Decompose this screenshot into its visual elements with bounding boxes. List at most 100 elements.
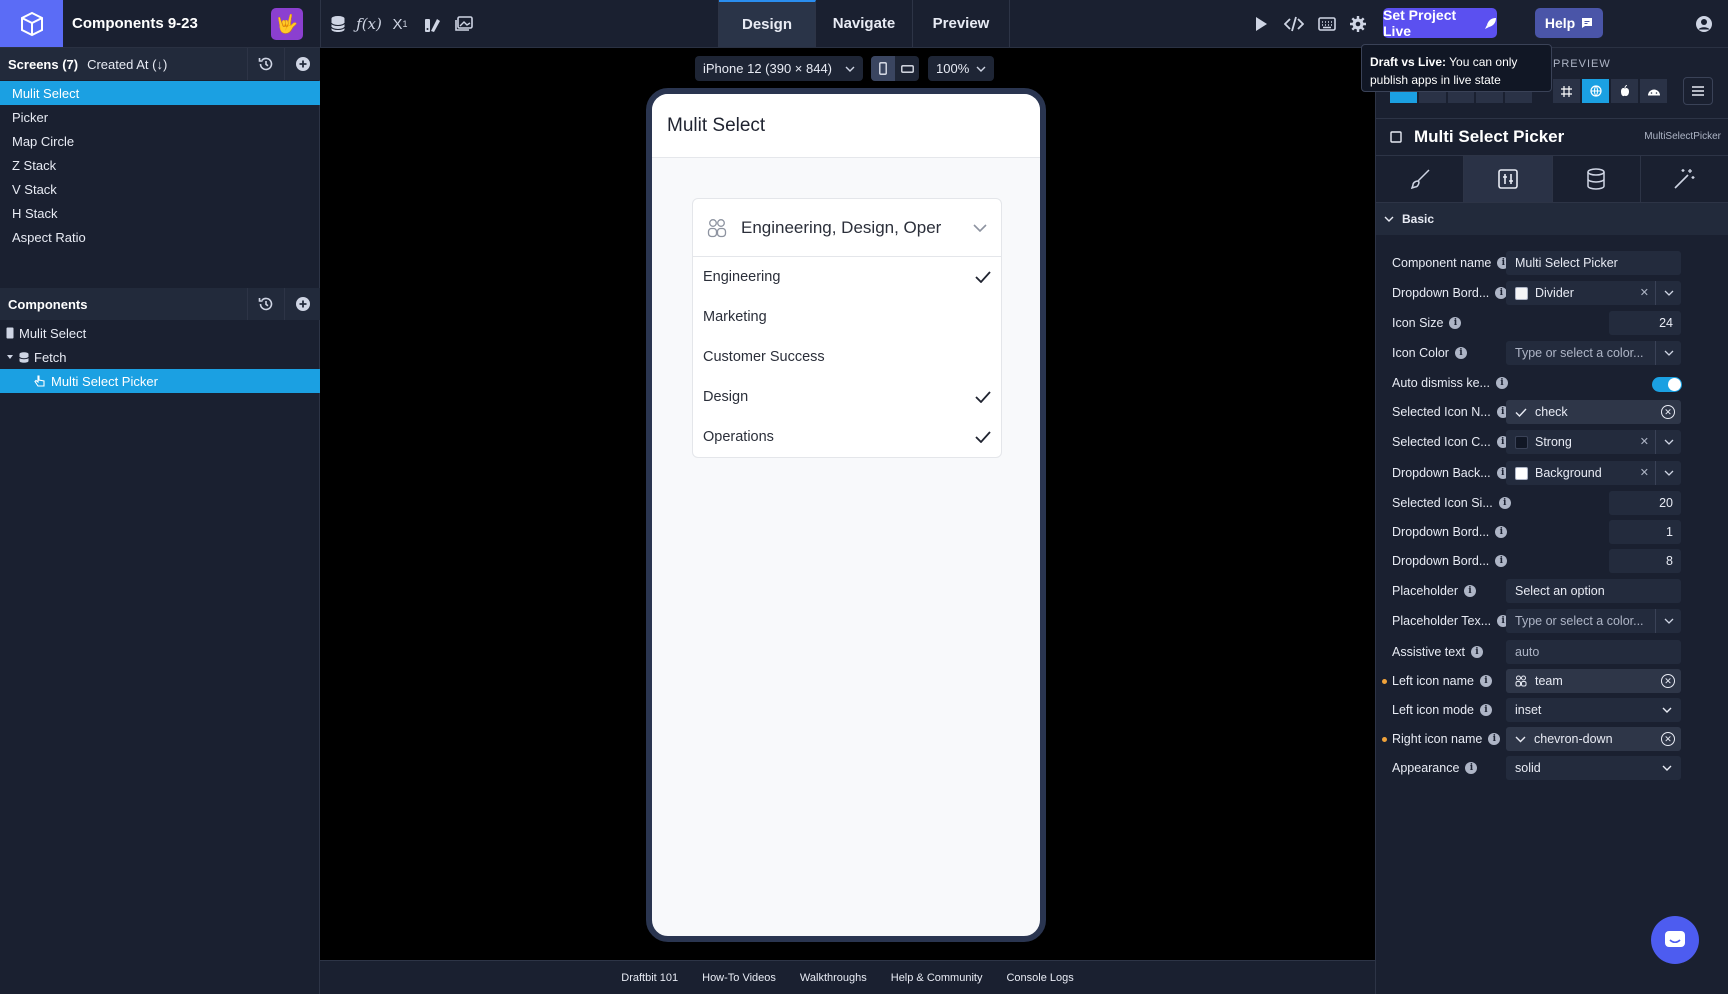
user-icon[interactable] (1692, 12, 1716, 36)
left-icon-mode-select[interactable]: inset (1506, 698, 1681, 722)
info-icon[interactable]: i (1495, 377, 1508, 389)
tab-navigate[interactable]: Navigate (816, 0, 913, 47)
dropdown-border-color-select[interactable]: Divider ✕ (1506, 281, 1681, 305)
magic-wand-icon[interactable] (1641, 156, 1728, 202)
configure-icon[interactable] (1464, 156, 1553, 202)
apple-icon[interactable] (1611, 79, 1638, 103)
zoom-selector[interactable]: 100% (928, 56, 994, 81)
selected-icon-size-input[interactable]: 20 (1609, 491, 1681, 515)
remove-icon[interactable]: ✕ (1661, 674, 1675, 688)
brush-icon[interactable] (1376, 156, 1465, 202)
clear-icon[interactable]: ✕ (1640, 286, 1649, 299)
icon-size-input[interactable]: 24 (1609, 311, 1681, 335)
chevron-down-icon[interactable] (1655, 281, 1681, 305)
info-icon[interactable]: i (1465, 762, 1478, 774)
keyboard-icon[interactable] (1315, 12, 1339, 36)
footer-link[interactable]: Draftbit 101 (621, 972, 678, 984)
chevron-down-icon[interactable] (1655, 609, 1681, 633)
history-icon[interactable] (247, 288, 283, 320)
portrait-icon[interactable] (871, 56, 895, 81)
screen-item[interactable]: Map Circle (0, 129, 320, 153)
footer-link[interactable]: Console Logs (1006, 972, 1073, 984)
auto-dismiss-toggle[interactable] (1652, 377, 1682, 392)
play-icon[interactable] (1249, 12, 1273, 36)
caret-down-icon[interactable] (6, 353, 14, 361)
footer-link[interactable]: How-To Videos (702, 972, 776, 984)
right-icon-name-field[interactable]: chevron-down ✕ (1506, 727, 1681, 751)
info-icon[interactable]: i (1470, 646, 1483, 658)
android-icon[interactable] (1640, 79, 1667, 103)
dropdown-border-radius-input[interactable]: 8 (1609, 549, 1681, 573)
info-icon[interactable]: i (1480, 704, 1492, 716)
component-name-input[interactable]: Multi Select Picker (1506, 251, 1681, 275)
code-icon[interactable] (1282, 12, 1306, 36)
screen-item[interactable]: Mulit Select (0, 81, 320, 105)
media-icon[interactable] (452, 12, 476, 36)
support-chat-button[interactable] (1651, 916, 1699, 964)
dropdown-background-select[interactable]: Background ✕ (1506, 461, 1681, 485)
appearance-select[interactable]: solid (1506, 756, 1681, 780)
icon-color-select[interactable]: Type or select a color... (1506, 341, 1681, 365)
picker-option[interactable]: Marketing (693, 297, 1001, 337)
history-icon[interactable] (247, 48, 283, 80)
info-icon[interactable]: i (1488, 733, 1501, 745)
footer-link[interactable]: Help & Community (891, 972, 983, 984)
picker-option[interactable]: Design (693, 377, 1001, 417)
picker-option[interactable]: Operations (693, 417, 1001, 457)
device-selector[interactable]: iPhone 12 (390 × 844) (695, 56, 863, 81)
selected-icon-color-select[interactable]: Strong ✕ (1506, 430, 1681, 454)
picker-field[interactable]: Engineering, Design, Oper (693, 199, 1001, 257)
set-project-live-button[interactable]: Set Project Live (1383, 7, 1497, 39)
info-icon[interactable]: i (1495, 555, 1508, 567)
database-icon[interactable] (1553, 156, 1641, 202)
function-icon[interactable]: ƒ(x) (356, 12, 382, 36)
chevron-down-icon[interactable] (1655, 461, 1681, 485)
assistive-text-input[interactable]: auto (1506, 640, 1681, 664)
info-icon[interactable]: i (1498, 497, 1511, 509)
checkbox-icon[interactable] (1390, 130, 1402, 143)
clear-icon[interactable]: ✕ (1640, 466, 1649, 479)
landscape-icon[interactable] (895, 56, 919, 81)
tab-preview[interactable]: Preview (913, 0, 1010, 47)
clear-icon[interactable]: ✕ (1640, 435, 1649, 448)
component-tree-item[interactable]: Multi Select Picker (0, 369, 320, 393)
screen-item[interactable]: Z Stack (0, 153, 320, 177)
info-icon[interactable]: i (1464, 585, 1477, 597)
screen-item[interactable]: Aspect Ratio (0, 225, 320, 249)
info-icon[interactable]: i (1480, 675, 1492, 687)
remove-icon[interactable]: ✕ (1661, 732, 1675, 746)
variables-icon[interactable]: X1 (388, 12, 412, 36)
remove-icon[interactable]: ✕ (1661, 405, 1675, 419)
selected-icon-name-field[interactable]: check ✕ (1506, 400, 1681, 424)
screen-item[interactable]: V Stack (0, 177, 320, 201)
screen-item[interactable]: Picker (0, 105, 320, 129)
project-avatar[interactable]: 🤟 (271, 8, 303, 40)
picker-option[interactable]: Customer Success (693, 337, 1001, 377)
chevron-down-icon[interactable] (1655, 341, 1681, 365)
picker-option[interactable]: Engineering (693, 257, 1001, 297)
frame-icon[interactable] (1553, 79, 1580, 103)
basic-section-header[interactable]: Basic (1376, 203, 1728, 235)
left-icon-name-field[interactable]: team ✕ (1506, 669, 1681, 693)
screen-item[interactable]: H Stack (0, 201, 320, 225)
component-tree-item[interactable]: Fetch (0, 345, 320, 369)
help-button[interactable]: Help (1535, 8, 1603, 38)
placeholder-text-color-select[interactable]: Type or select a color... (1506, 609, 1681, 633)
info-icon[interactable]: i (1495, 526, 1508, 538)
info-icon[interactable]: i (1449, 317, 1462, 329)
menu-icon[interactable] (1683, 77, 1713, 105)
placeholder-input[interactable]: Select an option (1506, 579, 1681, 603)
info-icon[interactable]: i (1454, 347, 1467, 359)
chevron-down-icon[interactable] (1655, 430, 1681, 454)
tab-design[interactable]: Design (719, 0, 816, 47)
project-title[interactable]: Components 9-23 (72, 15, 198, 32)
dropdown-border-width-input[interactable]: 1 (1609, 520, 1681, 544)
draftbit-logo[interactable] (0, 0, 63, 47)
footer-link[interactable]: Walkthroughs (800, 972, 867, 984)
add-component-button[interactable] (284, 288, 320, 320)
globe-icon[interactable] (1582, 79, 1609, 103)
component-tree-item[interactable]: Mulit Select (0, 321, 320, 345)
add-screen-button[interactable] (284, 48, 320, 80)
gear-icon[interactable] (1346, 12, 1370, 36)
sort-button[interactable]: Created At (↓) (87, 57, 167, 72)
